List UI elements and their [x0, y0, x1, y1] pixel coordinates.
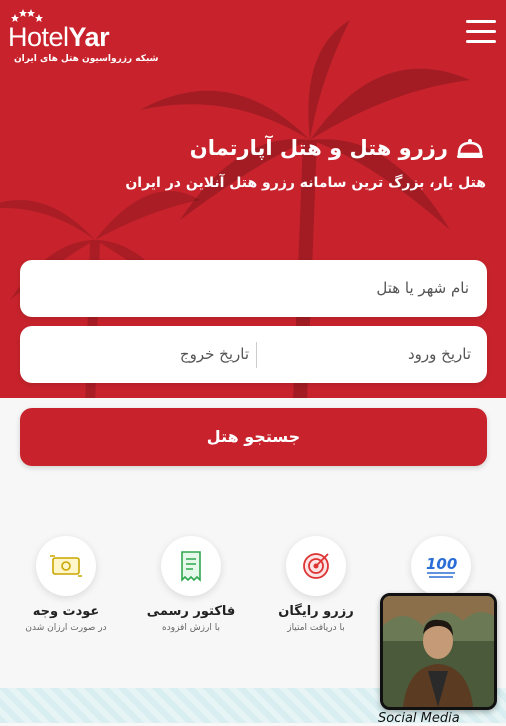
feature-subtitle: در صورت ارزان شدن — [25, 623, 107, 633]
logo-tagline: شبکه رزرواسیون هتل های ایران — [14, 54, 159, 64]
receipt-icon — [181, 551, 201, 582]
feature-refund: عودت وجه در صورت ارزان شدن — [6, 536, 126, 633]
hamburger-menu-icon — [466, 20, 496, 23]
feature-free-booking: رزرو رایگان با دریافت امتیاز — [256, 536, 376, 633]
social-media-video-widget[interactable] — [380, 593, 497, 710]
city-input-placeholder: نام شهر یا هتل — [376, 279, 469, 297]
feature-title: رزرو رایگان — [278, 604, 354, 619]
hundred-points-icon: 100 — [426, 555, 457, 578]
feature-subtitle: با دریافت امتیاز — [287, 623, 345, 633]
search-hotel-button[interactable]: جستجو هتل — [20, 408, 487, 466]
date-range-fields: تاریخ ورود تاریخ خروج — [20, 326, 487, 383]
feature-title: عودت وجه — [32, 604, 100, 619]
cloche-icon — [457, 139, 483, 158]
hotelyar-logo[interactable]: HotelYar شبکه رزرواسیون هتل های ایران — [8, 6, 158, 68]
city-search-input[interactable]: نام شهر یا هتل — [20, 260, 487, 317]
feature-subtitle: با ارزش افزوده — [162, 623, 220, 633]
feature-invoice: فاکتور رسمی با ارزش افزوده — [131, 536, 251, 633]
money-refund-icon — [50, 555, 82, 577]
checkout-date-field[interactable]: تاریخ خروج — [180, 326, 249, 383]
menu-button[interactable] — [466, 20, 496, 46]
checkin-date-field[interactable]: تاریخ ورود — [408, 326, 471, 383]
person-photo — [383, 596, 494, 707]
video-caption: Social Media — [378, 711, 460, 726]
feature-title: فاکتور رسمی — [146, 604, 236, 619]
date-divider — [256, 342, 257, 368]
svg-text:100: 100 — [426, 555, 457, 573]
hero-subtitle: هتل یار، بزرگ ترین سامانه رزرو هتل آنلای… — [125, 175, 486, 191]
target-icon — [303, 553, 329, 579]
hero-title: رزرو هتل و هتل آپارتمان — [190, 136, 484, 160]
logo-wordmark: HotelYar — [8, 22, 110, 52]
